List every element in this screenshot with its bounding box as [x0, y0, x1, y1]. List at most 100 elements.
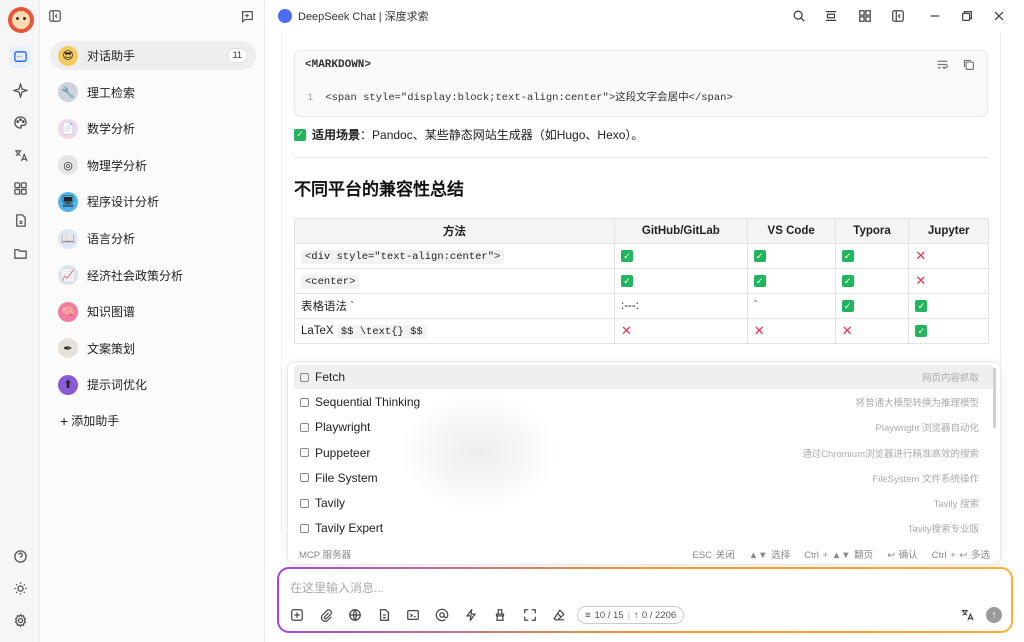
layout-toggle-icon[interactable] — [823, 8, 839, 24]
topic-count-badge: 11 — [226, 48, 248, 63]
assistant-item[interactable]: ◎ 物理学分析 — [50, 151, 256, 180]
mcp-option-name: Sequential Thinking — [315, 395, 421, 410]
add-assistant-button[interactable]: + 添加助手 — [60, 412, 119, 429]
check-cell: ✓ — [834, 243, 910, 269]
keyboard-hint: Ctrl + ↩ 多选 — [931, 550, 990, 561]
attachment-icon[interactable] — [318, 607, 334, 623]
mcp-option-desc: 将普通大模型转换为推理模型 — [855, 398, 979, 410]
assistant-item[interactable]: 🖥 程序设计分析 — [50, 187, 256, 216]
new-topic-icon[interactable] — [289, 607, 305, 623]
theme-sun-icon[interactable] — [9, 577, 31, 599]
mcp-server-icon[interactable] — [405, 607, 421, 623]
table-header: Typora — [834, 218, 910, 244]
token-counter[interactable]: ≡ 10 / 15 | ↑ 0 / 2206 — [577, 606, 685, 624]
translate-icon[interactable] — [959, 607, 975, 623]
popup-footer: MCP 服务器 ESC 关闭 ▲▼ 选择 Ctrl + ▲▼ 翻页 ↩ 确认 Ctrl … — [288, 542, 1000, 564]
cross-cell: ✕ — [834, 318, 910, 344]
expand-icon[interactable] — [522, 607, 538, 623]
mcp-option[interactable]: Puppeteer 通过Chromium浏览器进行精准高效的搜索 — [294, 441, 994, 465]
assistant-label: 理工检索 — [87, 85, 136, 100]
code-text: <span style="display:block;text-align:ce… — [325, 92, 733, 104]
cross-cell: ✕ — [614, 318, 748, 344]
wrap-lines-icon[interactable] — [936, 58, 949, 71]
method-cell: LaTeX $$ \text{} $$ — [294, 318, 615, 344]
cross-cell: ✕ — [908, 243, 989, 269]
check-icon: ✓ — [753, 275, 766, 288]
translate-icon[interactable] — [9, 144, 31, 166]
eraser-icon[interactable] — [551, 607, 567, 623]
grid-view-icon[interactable] — [857, 8, 873, 24]
context-icon: ≡ — [585, 609, 591, 621]
method-text: <div style="text-align:center"> — [301, 249, 505, 264]
copy-icon[interactable] — [962, 58, 975, 71]
code-line: 1 <span style="display:block;text-align:c… — [307, 89, 733, 104]
mcp-option-desc: Playwright 浏览器自动化 — [875, 423, 979, 435]
mcp-option[interactable]: Playwright Playwright 浏览器自动化 — [294, 415, 994, 439]
check-icon: ✓ — [915, 300, 928, 313]
code-language: <MARKDOWN> — [305, 59, 372, 71]
settings-gear-icon[interactable] — [9, 609, 31, 631]
check-cell: ✓ — [614, 268, 748, 294]
mention-at-icon[interactable] — [434, 607, 450, 623]
collapse-sidebar-icon[interactable] — [48, 9, 62, 26]
mcp-server-popup: Fetch 网页内容抓取 Sequential Thinking 将普通大模型转换为推… — [287, 361, 1001, 565]
assistant-item[interactable]: ⬆ 提示词优化 — [50, 370, 256, 399]
chat-icon[interactable] — [9, 46, 31, 68]
quick-phrase-icon[interactable] — [463, 607, 479, 623]
assistant-item[interactable]: 😎 对话助手 11 — [50, 41, 256, 70]
assistant-item[interactable]: 🧠 知识图谱 — [50, 297, 256, 326]
close-icon[interactable] — [991, 8, 1007, 24]
book-icon: 📖 — [58, 228, 78, 249]
restore-window-icon[interactable] — [959, 8, 975, 24]
message-input-box: 在这里输入消息... ≡ 10 / 15 | ↑ 0 / 2206 ↑ — [277, 567, 1013, 633]
message-input[interactable]: 在这里输入消息... — [290, 579, 384, 596]
mcp-option[interactable]: Sequential Thinking 将普通大模型转换为推理模型 — [294, 390, 994, 414]
folder-icon[interactable] — [9, 242, 31, 264]
token-count: 0 / 2206 — [641, 609, 677, 621]
fingerprint-icon: ◎ — [58, 155, 78, 176]
mcp-option-name: File System — [315, 470, 378, 485]
files-icon[interactable] — [9, 209, 31, 231]
new-topic-icon[interactable] — [240, 9, 254, 26]
cross-cell: ✕ — [746, 318, 836, 344]
deepseek-logo-icon — [278, 9, 292, 23]
apps-grid-icon[interactable] — [9, 177, 31, 199]
avatar[interactable] — [8, 7, 34, 33]
icon-rail — [0, 0, 40, 642]
method-text: LaTeX — [301, 324, 337, 337]
sparkle-icon[interactable] — [9, 79, 31, 101]
mcp-option[interactable]: Tavily Expert Tavily搜索专业版 — [294, 516, 994, 540]
help-icon[interactable] — [9, 545, 31, 567]
pen-icon: ✒ — [58, 338, 78, 359]
line-number: 1 — [307, 92, 314, 104]
assistant-item[interactable]: ✒ 文案策划 — [50, 334, 256, 363]
right-panel-icon[interactable] — [890, 8, 906, 24]
table-row: 表格语法 `:---: ` ✓ ✓ — [294, 293, 989, 319]
mcp-option[interactable]: Tavily Tavily 搜索 — [294, 491, 994, 515]
sunglasses-emoji: 😎 — [58, 45, 78, 66]
search-icon[interactable] — [791, 8, 807, 24]
assistant-item[interactable]: 🔧 理工检索 — [50, 78, 256, 107]
mcp-option[interactable]: Fetch 网页内容抓取 — [294, 365, 994, 389]
mcp-option[interactable]: File System FileSystem 文件系统操作 — [294, 466, 994, 490]
table-header: GitHub/GitLab — [614, 218, 748, 244]
model-selector[interactable]: DeepSeek Chat | 深度求索 — [278, 8, 429, 24]
check-cell: ✓ — [746, 243, 836, 269]
table-header: Jupyter — [908, 218, 989, 244]
mcp-option-name: Fetch — [315, 370, 346, 384]
check-icon: ✓ — [841, 300, 854, 313]
clear-brush-icon[interactable] — [492, 607, 508, 623]
assistant-item[interactable]: 📈 经济社会政策分析 — [50, 261, 256, 290]
send-button[interactable]: ↑ — [986, 607, 1002, 623]
mcp-option-desc: Tavily搜索专业版 — [907, 524, 979, 536]
plus-icon: + — [60, 412, 69, 429]
assistant-item[interactable]: 📖 语言分析 — [50, 224, 256, 253]
knowledge-base-icon[interactable] — [376, 607, 392, 623]
wrench-icon: 🔧 — [58, 82, 78, 103]
assistant-item[interactable]: 📄 数学分析 — [50, 114, 256, 143]
method-cell: 表格语法 ` — [294, 293, 615, 319]
web-search-icon[interactable] — [347, 607, 363, 623]
palette-icon[interactable] — [9, 111, 31, 133]
popup-scrollbar[interactable] — [993, 368, 996, 428]
minimize-icon[interactable] — [927, 8, 943, 24]
